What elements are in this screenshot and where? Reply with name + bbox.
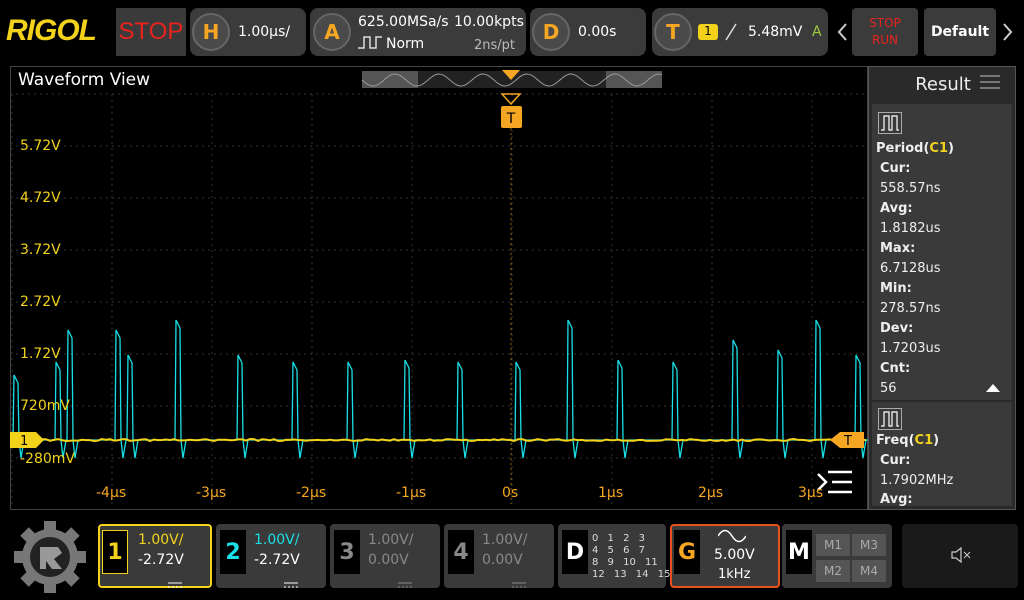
trigger-source-badge: 1 (698, 24, 718, 40)
ch1-offset: -2.72V (138, 552, 184, 568)
digital-label: D (562, 530, 588, 574)
m2-key: Cur: (880, 453, 910, 468)
digital-row: 4 5 6 7 (592, 545, 670, 557)
x-label: 0s (502, 485, 518, 501)
m1-value: 1.7203us (880, 341, 941, 356)
ch4-scale: 1.00V/ (482, 532, 527, 548)
math-m4[interactable]: M4 (852, 560, 886, 582)
math-m1[interactable]: M1 (816, 534, 850, 556)
run-stop-status[interactable]: STOP (116, 8, 186, 56)
generator-frequency: 1kHz (718, 567, 750, 582)
x-label: -4µs (96, 485, 126, 501)
horizontal-icon: H (192, 13, 230, 51)
delay-value: 0.00s (578, 24, 616, 40)
acquire-mode: Norm (386, 36, 424, 52)
m1-value: 6.7128us (880, 261, 941, 276)
m1-value: 558.57ns (880, 181, 941, 196)
x-label: 2µs (698, 485, 723, 501)
y-label: 3.72V (20, 242, 61, 258)
trigger-sweep-mode: A (812, 24, 822, 40)
measurement-source: C1 (929, 141, 948, 156)
m1-key: Dev: (880, 321, 913, 336)
ch3-number: 3 (334, 530, 360, 574)
delay-icon: D (532, 13, 570, 51)
x-label: -3µs (196, 485, 226, 501)
ch4-number: 4 (448, 530, 474, 574)
m1-value: 56 (880, 381, 897, 396)
memory-depth: 10.00kpts (454, 14, 524, 30)
m1-key: Max: (880, 241, 915, 256)
x-label: 1µs (598, 485, 623, 501)
run-label: RUN (852, 33, 918, 47)
y-label: 5.72V (20, 138, 61, 154)
ch1-scale: 1.00V/ (138, 532, 183, 548)
trigger-level: 5.48mV (748, 24, 802, 40)
ch3-scale: 1.00V/ (368, 532, 413, 548)
digital-row: 12 13 14 15 (592, 569, 670, 581)
collapse-up-icon[interactable] (986, 378, 1000, 397)
period-icon (878, 112, 902, 138)
speaker-mute-icon (950, 546, 972, 568)
ch1-marker-label: 1 (20, 434, 28, 449)
ch2-number: 2 (220, 530, 246, 574)
y-label: 1.72V (20, 346, 61, 362)
sine-wave-icon (718, 528, 746, 547)
m2-key: Avg: (880, 492, 913, 507)
dc-coupling-icon (168, 574, 182, 593)
m1-key: Avg: (880, 201, 913, 216)
channel-2-trace (10, 320, 868, 458)
trigger-level-marker-label: T (843, 434, 852, 449)
y-label: 720mV (20, 398, 70, 414)
trigger-marker-top-label: T (506, 111, 516, 127)
math-m3[interactable]: M3 (852, 534, 886, 556)
x-label: -2µs (296, 485, 326, 501)
digital-channel-grid: 0 1 2 3 4 5 6 7 8 9 10 11 12 13 14 15 (592, 533, 670, 581)
x-label: -1µs (396, 485, 426, 501)
ch2-scale: 1.00V/ (254, 532, 299, 548)
measurement-source: C1 (915, 433, 934, 448)
generator-label: G (674, 530, 700, 574)
m1-value: 278.57ns (880, 301, 941, 316)
acquire-mode-icon (358, 34, 382, 54)
digital-row: 8 9 10 11 (592, 557, 670, 569)
ch1-number: 1 (102, 530, 128, 574)
math-label: M (786, 530, 812, 574)
chevron-right-icon[interactable] (998, 8, 1016, 56)
trigger-icon: T (654, 13, 692, 51)
dc-coupling-icon (398, 574, 412, 593)
m1-value: 1.8182us (880, 221, 941, 236)
y-label: 4.72V (20, 190, 61, 206)
m2-value: 1.7902MHz (880, 473, 953, 488)
digital-row: 0 1 2 3 (592, 533, 670, 545)
y-label: 2.72V (20, 294, 61, 310)
home-gear-icon[interactable] (8, 518, 92, 596)
generator-amplitude: 5.00V (714, 547, 755, 563)
dc-coupling-icon (284, 574, 298, 593)
x-label: 3µs (798, 485, 823, 501)
m1-key: Cur: (880, 161, 910, 176)
measurement-name: Freq (876, 433, 909, 448)
ch2-offset: -2.72V (254, 552, 300, 568)
math-m2[interactable]: M2 (816, 560, 850, 582)
dc-coupling-icon (512, 574, 526, 593)
time-per-point: 2ns/pt (474, 38, 515, 53)
horizontal-scale-value: 1.00µs/ (238, 24, 290, 40)
measurement-name: Period (876, 141, 923, 156)
y-label: -280mV (20, 451, 75, 467)
acquire-icon: A (313, 13, 351, 51)
ch4-offset: 0.00V (482, 552, 523, 568)
chevron-left-icon[interactable] (834, 8, 852, 56)
waveform-display[interactable]: T 1 T (10, 66, 868, 510)
sample-rate: 625.00MSa/s (358, 14, 449, 30)
m1-key: Cnt: (880, 361, 910, 376)
freq-icon (878, 408, 902, 434)
brand-logo: RIGOL (6, 14, 96, 48)
rising-edge-icon (724, 22, 738, 46)
m1-key: Min: (880, 281, 912, 296)
hamburger-icon[interactable] (980, 74, 1000, 94)
default-label: Default (924, 24, 996, 40)
ch3-offset: 0.00V (368, 552, 409, 568)
stop-label: STOP (852, 16, 918, 30)
